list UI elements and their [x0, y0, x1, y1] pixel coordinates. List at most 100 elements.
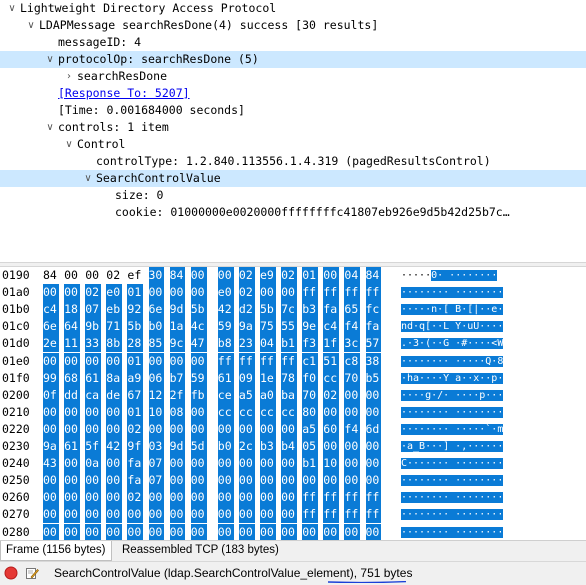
hex-byte[interactable]: 5b: [127, 318, 144, 336]
hex-byte[interactable]: 42: [106, 438, 123, 455]
hex-byte[interactable]: 00: [281, 523, 297, 540]
hex-byte[interactable]: 00: [281, 455, 297, 473]
hex-byte[interactable]: 00: [190, 472, 207, 490]
hex-byte[interactable]: ff: [281, 352, 297, 370]
hex-row[interactable]: 01b0 c4 18 07 eb 92 6e 9d 5b 42 d2 5b 7c b3 fa 65 fc ····…: [0, 301, 586, 319]
hex-byte[interactable]: 02: [281, 267, 297, 284]
hex-byte[interactable]: 01: [302, 267, 319, 284]
hex-byte[interactable]: 67: [127, 386, 144, 404]
hex-byte[interactable]: 07: [148, 455, 165, 473]
tree-row[interactable]: cookie: 01000000e0020000ffffffffc41807eb…: [0, 204, 586, 221]
hex-byte[interactable]: 00: [238, 506, 255, 524]
hex-byte[interactable]: 00: [43, 506, 59, 524]
ascii-column[interactable]: ········ ········: [401, 489, 504, 506]
hex-byte[interactable]: 00: [64, 489, 80, 507]
ascii-column[interactable]: ········ ·····Q·8: [401, 353, 504, 370]
hex-byte[interactable]: 00: [238, 472, 255, 490]
hex-byte[interactable]: 00: [64, 523, 80, 540]
hex-byte[interactable]: fb: [190, 386, 207, 404]
hex-byte[interactable]: 00: [260, 420, 276, 438]
hex-byte[interactable]: 00: [85, 523, 102, 540]
tree-row[interactable]: messageID: 4: [0, 34, 586, 51]
hex-byte[interactable]: 1a: [169, 318, 186, 336]
hex-byte[interactable]: 00: [43, 403, 59, 421]
hex-byte[interactable]: 9a: [238, 318, 255, 336]
hex-byte[interactable]: b7: [169, 369, 186, 387]
hex-byte[interactable]: 00: [260, 284, 276, 302]
hex-byte[interactable]: 9c: [169, 335, 186, 353]
hex-byte[interactable]: 38: [365, 352, 382, 370]
hex-byte[interactable]: 00: [169, 523, 186, 540]
hex-byte[interactable]: c8: [344, 352, 361, 370]
hex-byte[interactable]: 00: [64, 403, 80, 421]
hex-byte[interactable]: 1e: [260, 369, 276, 387]
hex-byte[interactable]: 00: [344, 438, 361, 455]
tree-row[interactable]: [Response To: 5207]: [0, 85, 586, 102]
hex-byte[interactable]: 00: [344, 523, 361, 540]
hex-byte[interactable]: d2: [238, 301, 255, 319]
hex-byte[interactable]: 9d: [169, 301, 186, 319]
hex-byte[interactable]: b4: [281, 438, 297, 455]
hex-byte[interactable]: b0: [148, 318, 165, 336]
hex-byte[interactable]: 00: [260, 506, 276, 524]
hex-byte[interactable]: 64: [64, 318, 80, 336]
hex-row[interactable]: 0200 0f dd ca de 67 12 2f fb ce a5 a0 ba 70 02 00 00 ····…: [0, 386, 586, 404]
hex-byte[interactable]: 07: [148, 472, 165, 490]
hex-byte[interactable]: cc: [323, 369, 340, 387]
hex-byte[interactable]: 1f: [323, 335, 340, 353]
hex-byte[interactable]: fa: [365, 318, 382, 336]
hex-byte[interactable]: cc: [238, 403, 255, 421]
hex-byte[interactable]: ff: [365, 489, 382, 507]
tree-row[interactable]: ∨ protocolOp: searchResDone (5): [0, 51, 586, 68]
ascii-column[interactable]: ·ha····Y a··x··p·: [401, 370, 504, 387]
hex-byte[interactable]: 00: [169, 489, 186, 507]
hex-byte[interactable]: 4c: [190, 318, 207, 336]
hex-byte[interactable]: ff: [302, 506, 319, 524]
hex-byte[interactable]: 00: [169, 455, 186, 473]
hex-byte[interactable]: 00: [365, 472, 382, 490]
hex-byte[interactable]: ff: [365, 284, 382, 302]
hex-byte[interactable]: 00: [323, 472, 340, 490]
hex-byte[interactable]: 28: [127, 335, 144, 353]
hex-byte[interactable]: 00: [323, 403, 340, 421]
hex-byte[interactable]: 00: [217, 523, 234, 540]
hex-byte[interactable]: 00: [238, 489, 255, 507]
hex-byte[interactable]: ca: [85, 386, 102, 404]
hex-byte[interactable]: f3: [302, 335, 319, 353]
hex-byte[interactable]: 00: [43, 352, 59, 370]
hex-byte[interactable]: 00: [281, 284, 297, 302]
hex-byte[interactable]: 04: [260, 335, 276, 353]
hex-byte[interactable]: 10: [148, 403, 165, 421]
ascii-column[interactable]: ········ ········: [401, 472, 504, 489]
hex-byte[interactable]: 61: [85, 369, 102, 387]
hex-byte[interactable]: 00: [85, 267, 101, 284]
chevron-down-icon[interactable]: ∨: [82, 170, 94, 187]
hex-byte[interactable]: 5b: [260, 301, 276, 319]
hex-byte[interactable]: 78: [281, 369, 297, 387]
ascii-column[interactable]: ·a_B···] ·,······: [401, 438, 504, 455]
hex-byte[interactable]: 11: [64, 335, 80, 353]
hex-byte[interactable]: ba: [281, 386, 297, 404]
hex-byte[interactable]: ce: [217, 386, 234, 404]
hex-byte[interactable]: 00: [260, 489, 276, 507]
hex-byte[interactable]: 9e: [302, 318, 319, 336]
hex-byte[interactable]: b1: [281, 335, 297, 353]
hex-byte[interactable]: 42: [217, 301, 234, 319]
hex-row[interactable]: 01a0 00 00 02 e0 01 00 00 00 e0 02 00 00 ff ff ff ff ····…: [0, 284, 586, 302]
hex-byte[interactable]: 00: [64, 267, 80, 284]
hex-byte[interactable]: 6e: [148, 301, 165, 319]
hex-byte[interactable]: 00: [148, 284, 165, 302]
hex-byte[interactable]: ff: [238, 352, 255, 370]
tree-row[interactable]: ∨ LDAPMessage searchResDone(4) success [3…: [0, 17, 586, 34]
hex-row[interactable]: 0260 00 00 00 00 02 00 00 00 00 00 00 00 ff ff ff ff ····…: [0, 489, 586, 507]
hex-byte[interactable]: 92: [127, 301, 144, 319]
hex-row[interactable]: 0230 9a 61 5f 42 9f 03 9d 5d b0 2c b3 b4 05 00 00 00 ·a_B…: [0, 438, 586, 455]
hex-byte[interactable]: 00: [64, 352, 80, 370]
ascii-column[interactable]: ········ ········: [401, 506, 504, 523]
hex-byte[interactable]: 43: [43, 455, 59, 473]
hex-byte[interactable]: c4: [43, 301, 59, 319]
hex-byte[interactable]: ff: [344, 489, 361, 507]
chevron-right-icon[interactable]: ›: [63, 68, 75, 85]
hex-byte[interactable]: 01: [127, 352, 144, 370]
hex-byte[interactable]: 00: [85, 403, 102, 421]
